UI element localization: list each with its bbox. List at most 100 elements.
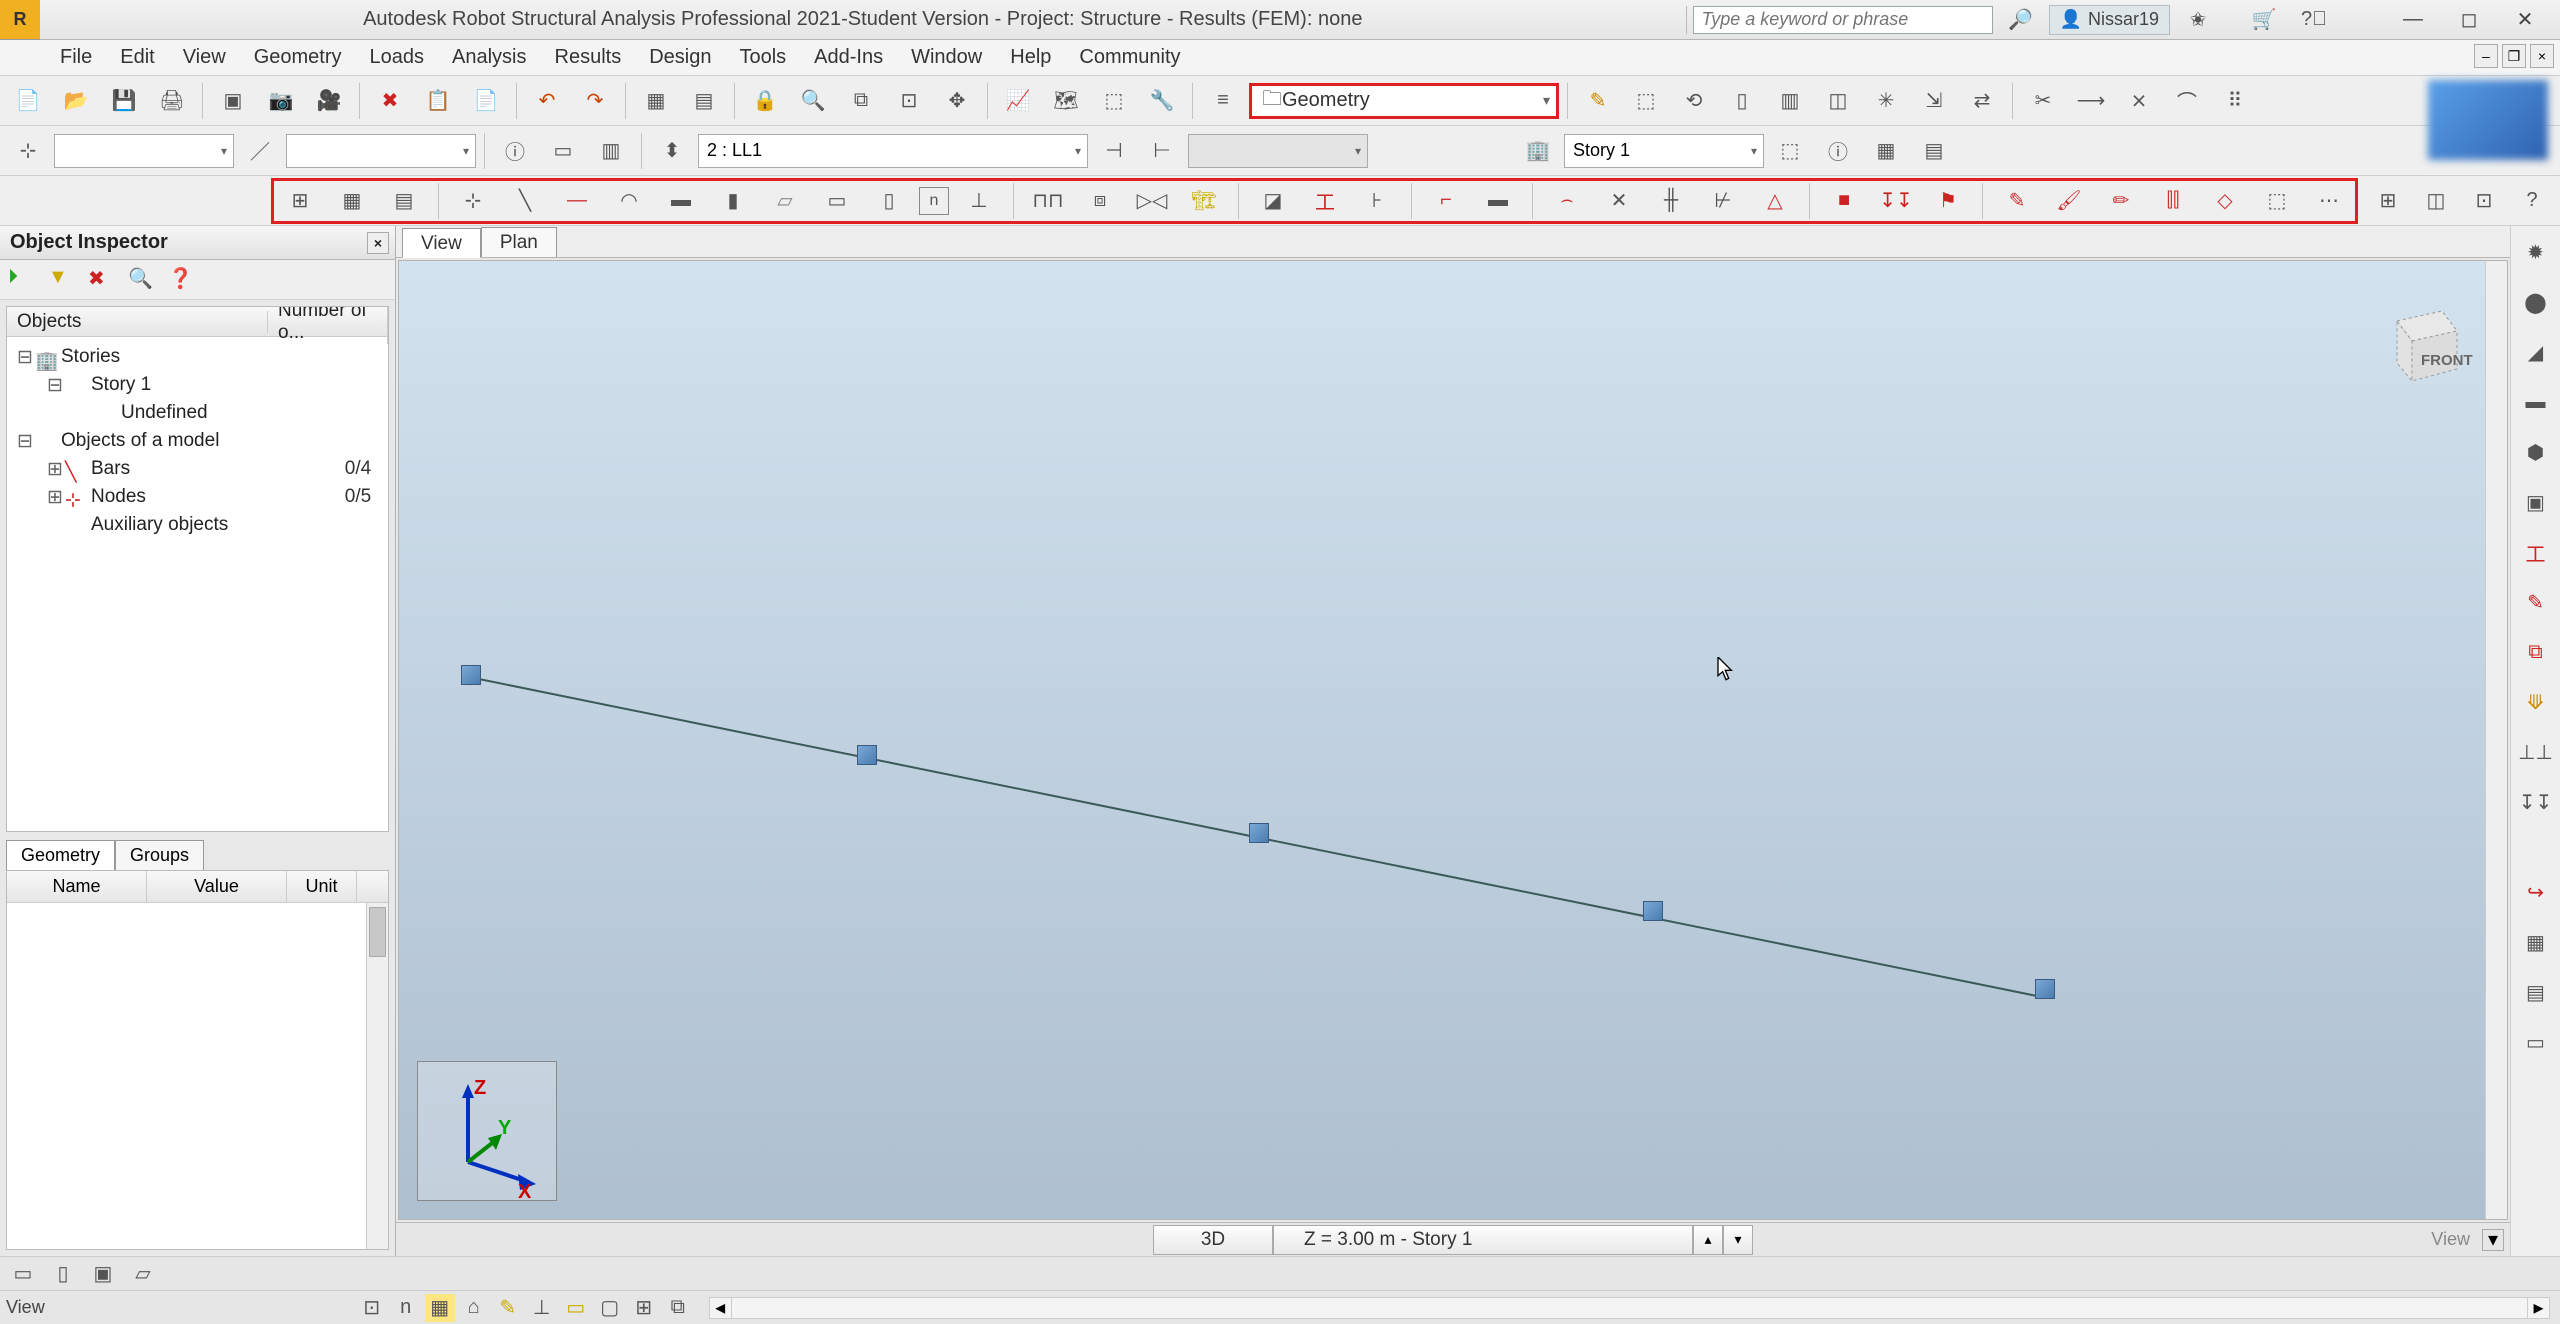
- snap10-icon[interactable]: ⧉: [663, 1294, 693, 1322]
- release-icon[interactable]: ⊦: [1355, 179, 1399, 223]
- h-scrollbar[interactable]: ◂ ▸: [709, 1297, 2550, 1319]
- story-combo[interactable]: Story 1▾: [1564, 134, 1764, 168]
- menu-design[interactable]: Design: [649, 46, 711, 69]
- tree-bars[interactable]: ⊞╲Bars0/4: [7, 455, 388, 483]
- selection-node-icon[interactable]: ⊹: [6, 129, 50, 173]
- rtool-del-icon[interactable]: ▭: [2516, 1022, 2556, 1062]
- tab-plan[interactable]: Plan: [481, 227, 557, 257]
- tab-view[interactable]: View: [402, 228, 481, 258]
- node-marker[interactable]: [2035, 979, 2055, 999]
- rtool-load-icon[interactable]: ↧↧: [2516, 782, 2556, 822]
- tree-stories[interactable]: ⊟🏢Stories: [7, 343, 388, 371]
- rtool-orbit-icon[interactable]: ✹: [2516, 232, 2556, 272]
- paint3-icon[interactable]: ✏: [2099, 179, 2143, 223]
- mirror-icon[interactable]: ⇄: [1960, 79, 2004, 123]
- box3d-icon[interactable]: ⬚: [2255, 179, 2299, 223]
- story-view2-icon[interactable]: ▤: [1912, 129, 1956, 173]
- cart-icon[interactable]: 🛒: [2242, 0, 2286, 42]
- paste-icon[interactable]: 📄: [464, 79, 508, 123]
- snap4-icon[interactable]: ⌂: [459, 1294, 489, 1322]
- bottom-tab-view[interactable]: View: [6, 1297, 45, 1318]
- layout2-icon[interactable]: ▥: [1768, 79, 1812, 123]
- section-db-icon[interactable]: ▤: [382, 179, 426, 223]
- diagram-icon[interactable]: 📈: [996, 79, 1040, 123]
- story-view1-icon[interactable]: ▦: [1864, 129, 1908, 173]
- tab-groups[interactable]: Groups: [115, 840, 204, 870]
- intersect-icon[interactable]: ⨯: [2117, 79, 2161, 123]
- frame2d-icon[interactable]: ⊓⊓: [1026, 179, 1070, 223]
- menu-window[interactable]: Window: [911, 46, 982, 69]
- tree-col-objects[interactable]: Objects: [7, 311, 268, 333]
- story-filter-icon[interactable]: ⬚: [1768, 129, 1812, 173]
- viewport-vscroll[interactable]: [2485, 261, 2507, 1219]
- bs-tool3-icon[interactable]: ▣: [86, 1259, 120, 1289]
- edit-tool-icon[interactable]: ✎: [1576, 79, 1620, 123]
- cube-icon[interactable]: ▣: [211, 79, 255, 123]
- map-icon[interactable]: 🗺: [1044, 79, 1088, 123]
- layout1-icon[interactable]: ▯: [1720, 79, 1764, 123]
- delete-icon[interactable]: ✖: [368, 79, 412, 123]
- opening-tool-icon[interactable]: ▯: [867, 179, 911, 223]
- copy-icon[interactable]: 📋: [416, 79, 460, 123]
- fillet-icon[interactable]: ⌒: [2165, 79, 2209, 123]
- print-icon[interactable]: 🖨: [150, 79, 194, 123]
- open-icon[interactable]: 📂: [54, 79, 98, 123]
- rtool-clone-icon[interactable]: ⧉: [2516, 632, 2556, 672]
- prop-scrollbar[interactable]: [366, 903, 388, 1249]
- nlabel-icon[interactable]: n: [919, 187, 949, 215]
- load-icon[interactable]: ■: [1822, 179, 1866, 223]
- lc-next-icon[interactable]: ⊢: [1140, 129, 1184, 173]
- menu-view[interactable]: View: [183, 46, 226, 69]
- object-tree[interactable]: Objects Number of o... ⊟🏢Stories ⊟Story …: [6, 306, 389, 832]
- thickness-icon[interactable]: ▬: [1476, 179, 1520, 223]
- info-icon[interactable]: ⓘ: [493, 129, 537, 173]
- node-marker[interactable]: [1249, 823, 1269, 843]
- eraser-icon[interactable]: ◇: [2203, 179, 2247, 223]
- wall-tool-icon[interactable]: ▮: [711, 179, 755, 223]
- node-marker[interactable]: [1643, 901, 1663, 921]
- mdi-minimize[interactable]: –: [2474, 44, 2498, 68]
- wrench-icon[interactable]: 🔧: [1140, 79, 1184, 123]
- insp-tool3-icon[interactable]: ✖: [88, 266, 116, 294]
- more-icon[interactable]: ⋯: [2307, 179, 2351, 223]
- table-icon[interactable]: ▦: [634, 79, 678, 123]
- load-case-combo[interactable]: 2 : LL1▾: [698, 134, 1088, 168]
- insp-tool1-icon[interactable]: ⏵: [8, 266, 36, 294]
- rtool-cone-icon[interactable]: ◢: [2516, 332, 2556, 372]
- rtool-cyl-icon[interactable]: ⬤: [2516, 282, 2556, 322]
- calendar-icon[interactable]: ▤: [682, 79, 726, 123]
- rtool-exit-icon[interactable]: ↪: [2516, 872, 2556, 912]
- new-icon[interactable]: 📄: [6, 79, 50, 123]
- selection-bar-icon[interactable]: ／: [238, 129, 282, 173]
- screenshot-icon[interactable]: 📷: [259, 79, 303, 123]
- bar-selection-combo[interactable]: ▾: [286, 134, 476, 168]
- bs-tool1-icon[interactable]: ▭: [6, 1259, 40, 1289]
- load-self-icon[interactable]: ↧↧: [1874, 179, 1918, 223]
- rtool-ibeam-icon[interactable]: 工: [2516, 532, 2556, 572]
- node-selection-combo[interactable]: ▾: [54, 134, 234, 168]
- menu-edit[interactable]: Edit: [120, 46, 154, 69]
- snap-icon[interactable]: ✳: [1864, 79, 1908, 123]
- menu-file[interactable]: File: [60, 46, 92, 69]
- slab-tool-icon[interactable]: ▭: [815, 179, 859, 223]
- extra-help-icon[interactable]: ?: [2510, 179, 2554, 223]
- axis-def-icon[interactable]: ⊞: [278, 179, 322, 223]
- column-tool-icon[interactable]: ▬: [659, 179, 703, 223]
- story-icon[interactable]: 🏢: [1516, 129, 1560, 173]
- list-icon[interactable]: ≡: [1201, 79, 1245, 123]
- bs-tool2-icon[interactable]: ▯: [46, 1259, 80, 1289]
- story-info-icon[interactable]: ⓘ: [1816, 129, 1860, 173]
- prop-col-unit[interactable]: Unit: [287, 871, 357, 902]
- lc-prev-icon[interactable]: ⊣: [1092, 129, 1136, 173]
- menu-community[interactable]: Community: [1079, 46, 1180, 69]
- status-mode[interactable]: 3D: [1153, 1225, 1273, 1255]
- layout-selector[interactable]: 🗀 Geometry ▾: [1249, 83, 1559, 119]
- minimize-button[interactable]: —: [2388, 2, 2438, 38]
- mdi-restore[interactable]: ❐: [2502, 44, 2526, 68]
- support-tool-icon[interactable]: ⊥: [957, 179, 1001, 223]
- tree-nodes[interactable]: ⊞⊹Nodes0/5: [7, 483, 388, 511]
- snap9-icon[interactable]: ⊞: [629, 1294, 659, 1322]
- arc-tool-icon[interactable]: ◠: [607, 179, 651, 223]
- undo-icon[interactable]: ↶: [525, 79, 569, 123]
- node-tool-icon[interactable]: ⊹: [451, 179, 495, 223]
